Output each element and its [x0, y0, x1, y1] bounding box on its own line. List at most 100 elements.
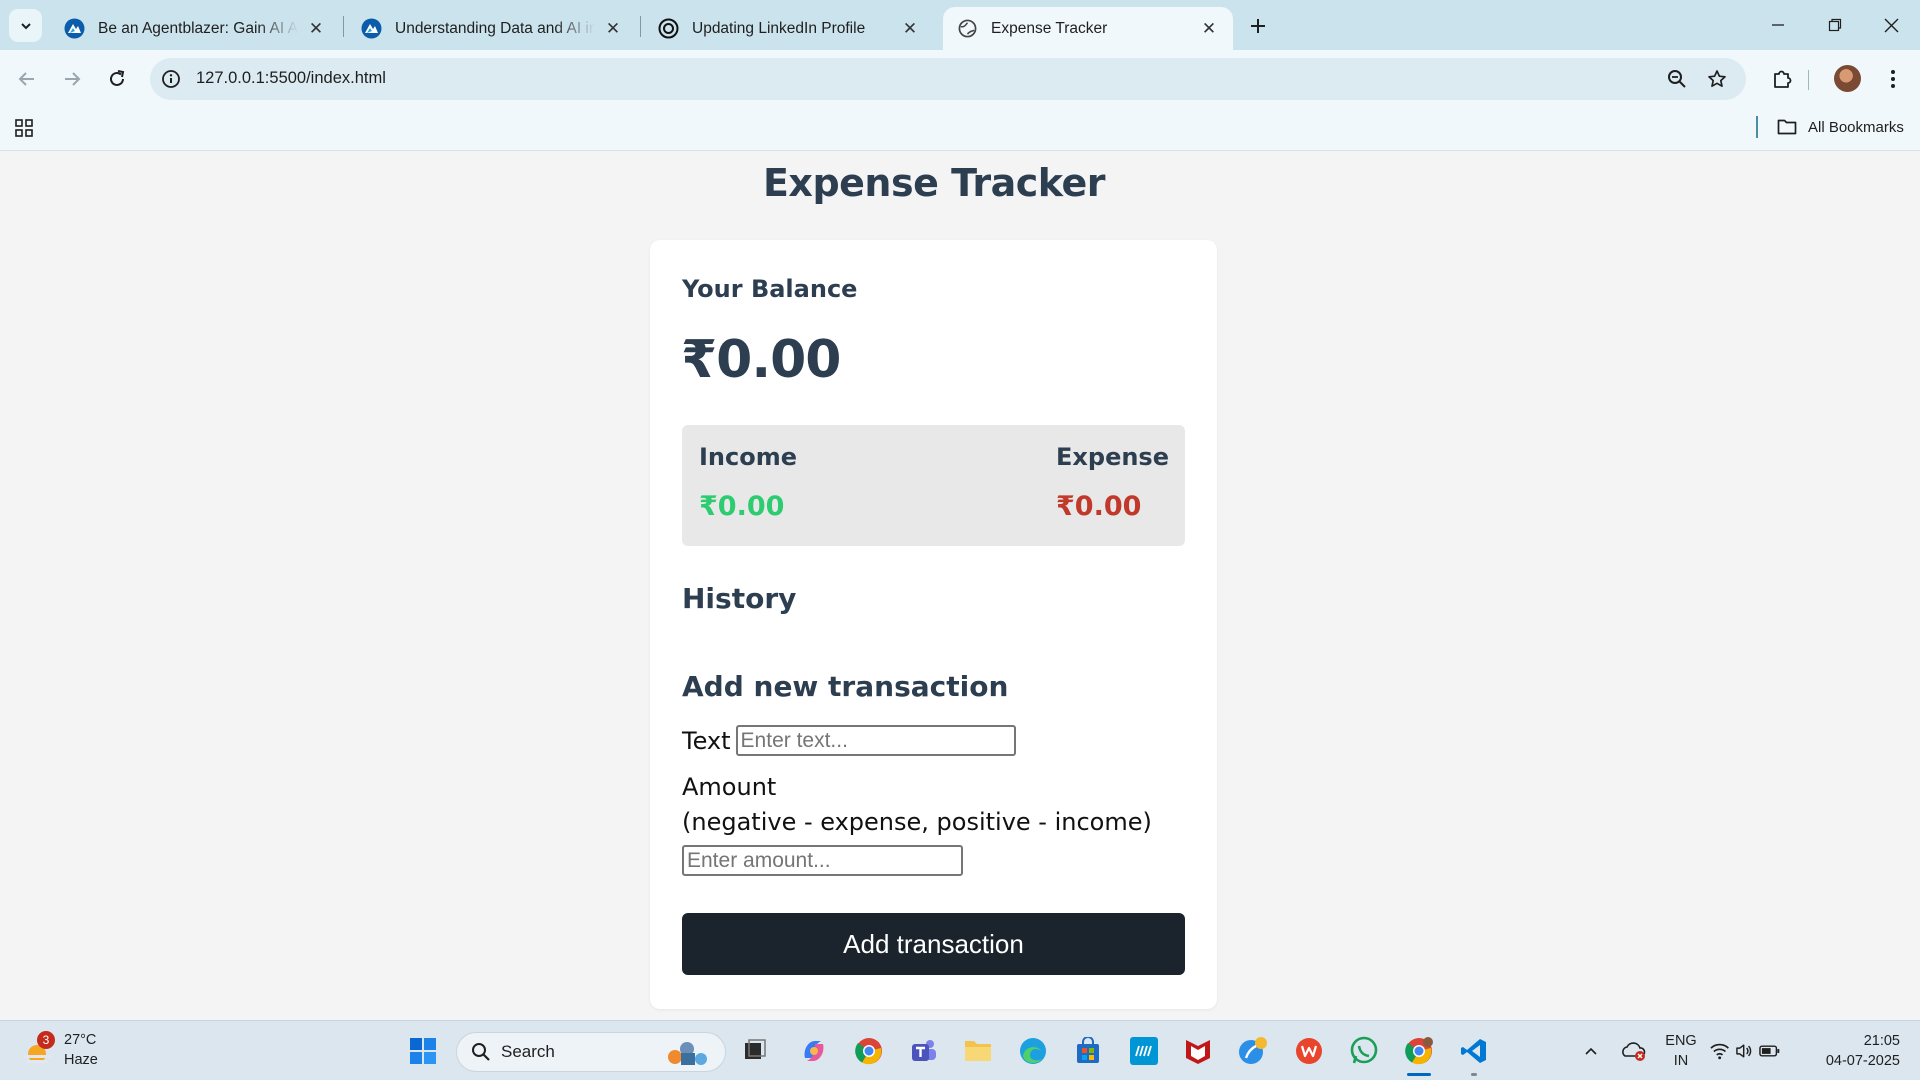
menu-button[interactable] [1877, 63, 1909, 95]
reload-button[interactable] [101, 63, 133, 95]
amount-input[interactable] [682, 845, 963, 876]
add-transaction-button[interactable]: Add transaction [682, 913, 1185, 975]
expense-tracker-card: Your Balance ₹0.00 Income ₹0.00 Expense … [650, 240, 1217, 1009]
tab-linkedin-profile[interactable]: Updating LinkedIn Profile ✕ [644, 7, 934, 50]
new-tab-button[interactable] [1243, 11, 1273, 41]
puzzle-icon [1774, 70, 1792, 88]
show-hidden-icons-button[interactable] [1575, 1033, 1607, 1069]
folder-icon [965, 1041, 991, 1061]
chrome-profile-button[interactable] [1401, 1033, 1437, 1069]
tab-agentblazer[interactable]: Be an Agentblazer: Gain AI Age ✕ [50, 7, 340, 50]
close-icon [1884, 18, 1899, 32]
store-icon [1077, 1037, 1099, 1063]
copilot-button[interactable] [796, 1033, 832, 1069]
bookmarks-separator [1756, 116, 1758, 138]
apps-grid-icon[interactable] [12, 116, 36, 140]
extensions-button[interactable] [1766, 63, 1798, 95]
weather-widget[interactable]: 3 27°C Haze [20, 1030, 98, 1070]
search-label: Search [501, 1042, 555, 1061]
cloud-error-icon [1622, 1042, 1646, 1061]
expense-section: Expense ₹0.00 [1056, 443, 1169, 522]
language-region: IN [1673, 1053, 1689, 1069]
wps-office-button[interactable] [1291, 1033, 1327, 1069]
all-bookmarks-label: All Bookmarks [1808, 118, 1904, 136]
task-view-button[interactable] [737, 1033, 773, 1069]
clock-time: 21:05 [1863, 1033, 1900, 1049]
text-label: Text [682, 726, 731, 755]
page-content: Expense Tracker Your Balance ₹0.00 Incom… [0, 151, 1920, 1020]
zoom-icon[interactable] [1665, 67, 1689, 91]
balance-label: Your Balance [682, 275, 858, 303]
wps-icon [1296, 1038, 1322, 1064]
trailhead-icon [361, 18, 382, 39]
copilot-icon [804, 1041, 824, 1061]
clock[interactable]: 21:05 04-07-2025 [1810, 1031, 1900, 1071]
close-icon[interactable]: ✕ [1199, 19, 1219, 39]
balance-value: ₹0.00 [681, 330, 841, 390]
page-title: Expense Tracker [762, 161, 1106, 205]
chevron-down-icon [20, 22, 31, 29]
tab-title: Expense Tracker [991, 19, 1108, 37]
onedrive-status-button[interactable] [1617, 1033, 1649, 1069]
start-button[interactable] [405, 1033, 441, 1069]
minimize-button[interactable] [1749, 0, 1806, 50]
tab-strip: Be an Agentblazer: Gain AI Age ✕ Underst… [0, 0, 1920, 50]
site-info-icon[interactable] [160, 68, 182, 90]
phone-link-button[interactable] [1235, 1033, 1271, 1069]
quick-settings-button[interactable] [1710, 1033, 1780, 1069]
close-icon[interactable]: ✕ [900, 19, 920, 39]
weather-badge: 3 [37, 1031, 55, 1049]
task-view-icon [745, 1039, 766, 1059]
close-icon[interactable]: ✕ [306, 19, 326, 39]
tab-search-button[interactable] [9, 9, 42, 42]
amount-hint: (negative - expense, positive - income) [682, 808, 1152, 836]
amount-label-block: Amount (negative - expense, positive - i… [682, 770, 1152, 840]
expense-label: Expense [1056, 443, 1169, 471]
taskbar-search[interactable]: Search [456, 1032, 726, 1072]
restore-button[interactable] [1806, 0, 1863, 50]
tab-understanding-data[interactable]: Understanding Data and AI in M ✕ [347, 7, 637, 50]
vscode-icon [1461, 1039, 1486, 1063]
vscode-button[interactable] [1456, 1033, 1492, 1069]
more-vertical-icon [1891, 70, 1895, 88]
url-text[interactable]: 127.0.0.1:5500/index.html [196, 69, 386, 88]
text-input[interactable] [735, 725, 1016, 756]
teams-button[interactable] [905, 1033, 941, 1069]
close-window-button[interactable] [1863, 0, 1920, 50]
all-bookmarks-button[interactable]: All Bookmarks [1776, 116, 1904, 138]
store-button[interactable] [1070, 1033, 1106, 1069]
amount-label: Amount [682, 773, 777, 801]
weather-icon: 3 [20, 1031, 55, 1067]
myhp-icon [1130, 1037, 1158, 1065]
arrow-right-icon [65, 72, 81, 86]
close-icon[interactable]: ✕ [603, 19, 623, 39]
whatsapp-button[interactable] [1346, 1033, 1382, 1069]
chrome-taskbar-button[interactable] [851, 1033, 887, 1069]
chatgpt-icon [658, 18, 679, 39]
tab-separator [640, 16, 641, 37]
myhp-button[interactable] [1126, 1033, 1162, 1069]
file-explorer-button[interactable] [960, 1033, 996, 1069]
history-heading: History [682, 582, 797, 615]
mcafee-icon [1186, 1040, 1210, 1064]
bookmark-star-icon[interactable] [1705, 67, 1729, 91]
globe-icon [957, 18, 978, 39]
language-indicator[interactable]: ENG IN [1660, 1031, 1702, 1071]
mcafee-button[interactable] [1180, 1033, 1216, 1069]
clock-date: 04-07-2025 [1825, 1053, 1900, 1069]
income-expense-summary: Income ₹0.00 Expense ₹0.00 [682, 425, 1185, 546]
address-bar[interactable]: 127.0.0.1:5500/index.html [150, 58, 1746, 100]
edge-button[interactable] [1015, 1033, 1051, 1069]
tab-title: Be an Agentblazer: Gain AI Age [98, 19, 298, 37]
open-app-indicator [1471, 1073, 1477, 1076]
plus-icon [1251, 19, 1265, 33]
battery-icon [1758, 1045, 1780, 1057]
teams-icon [912, 1040, 936, 1061]
back-button[interactable] [11, 63, 43, 95]
arrow-left-icon [18, 72, 34, 86]
income-value: ₹0.00 [699, 491, 785, 522]
tab-expense-tracker[interactable]: Expense Tracker ✕ [943, 7, 1233, 50]
profile-avatar[interactable] [1834, 65, 1861, 92]
forward-button[interactable] [56, 63, 88, 95]
minimize-icon [1771, 24, 1784, 26]
